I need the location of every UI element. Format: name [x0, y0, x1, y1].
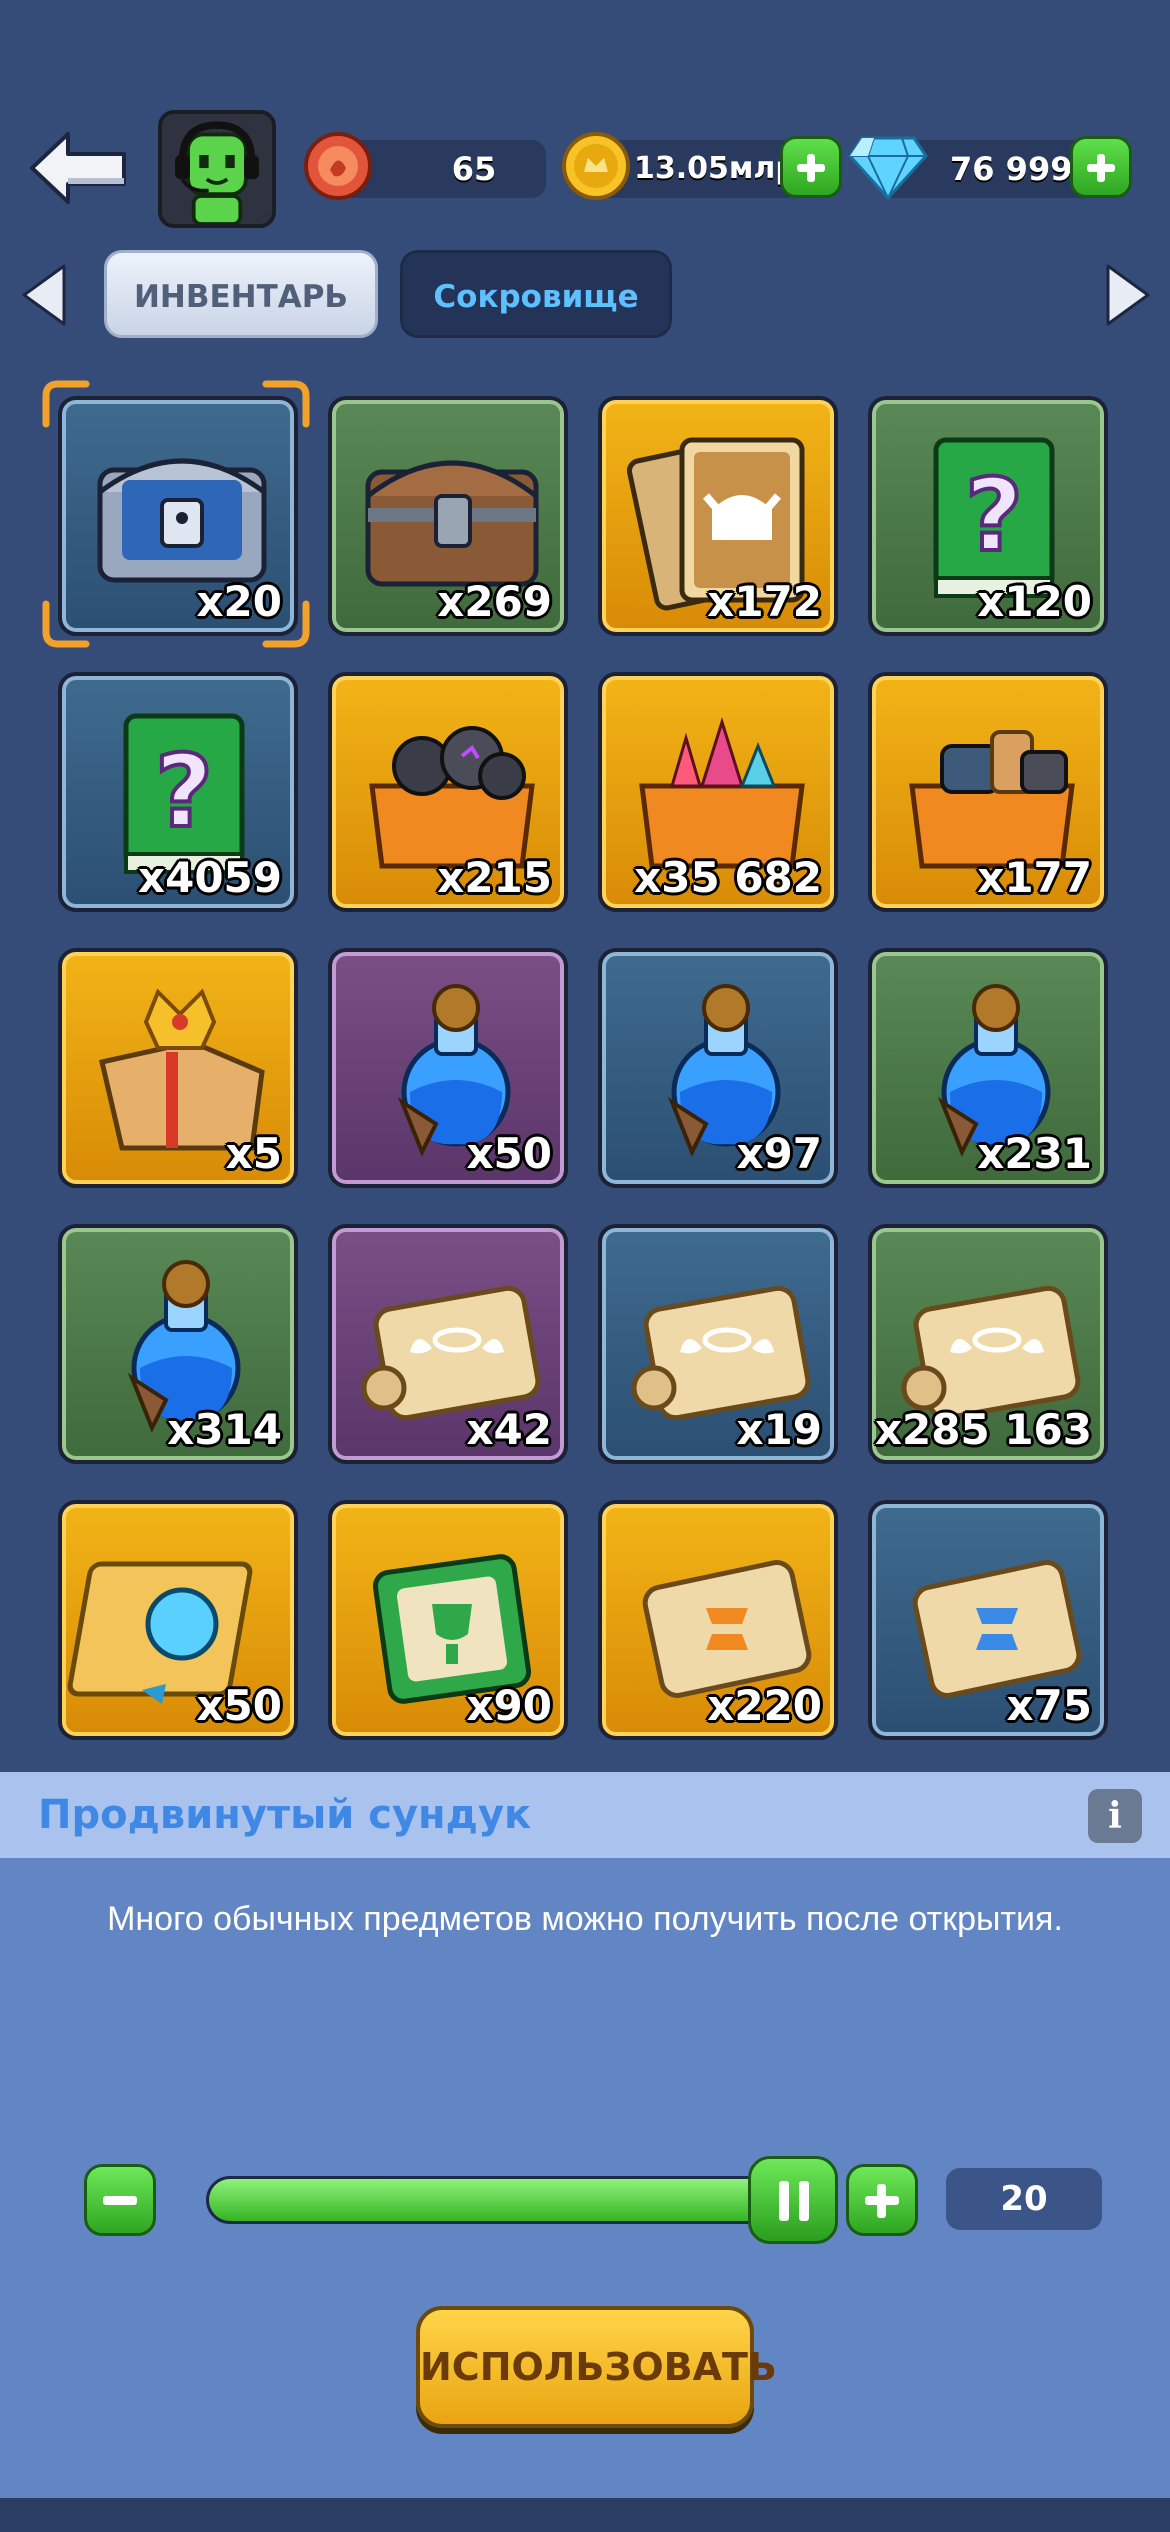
quantity-slider-handle[interactable] — [748, 2156, 838, 2244]
inventory-item[interactable]: x215 — [328, 672, 568, 912]
item-count: x231 — [977, 1129, 1092, 1178]
tab-treasure[interactable]: Сокровище — [400, 250, 672, 338]
item-count: x269 — [437, 577, 552, 626]
item-count: x215 — [437, 853, 552, 902]
add-diamond-button[interactable] — [1070, 136, 1132, 198]
info-button[interactable]: i — [1088, 1789, 1142, 1843]
tab-next-arrow-icon[interactable] — [1104, 262, 1154, 328]
inventory-item[interactable]: x35 682 — [598, 672, 838, 912]
svg-text:?: ? — [965, 457, 1023, 574]
inventory-item[interactable]: x5 — [58, 948, 298, 1188]
item-count: x50 — [466, 1129, 552, 1178]
svg-text:?: ? — [155, 733, 213, 850]
item-count: x90 — [466, 1681, 552, 1730]
decrease-quantity-button[interactable] — [84, 2164, 156, 2236]
energy-value: 65 — [451, 150, 497, 188]
item-count: x172 — [707, 577, 822, 626]
add-gold-button[interactable] — [780, 136, 842, 198]
item-count: x4059 — [138, 853, 282, 902]
inventory-item[interactable]: ? x4059 — [58, 672, 298, 912]
quantity-slider-fill — [209, 2179, 815, 2221]
inventory-item[interactable]: x314 — [58, 1224, 298, 1464]
diamond-icon — [848, 136, 928, 201]
item-count: x220 — [707, 1681, 822, 1730]
inventory-item[interactable]: x231 — [868, 948, 1108, 1188]
inventory-item[interactable]: x50 — [58, 1500, 298, 1740]
tab-prev-arrow-icon[interactable] — [18, 262, 68, 328]
use-button[interactable]: ИСПОЛЬЗОВАТЬ — [416, 2306, 777, 2428]
item-description: Много обычных предметов можно получить п… — [107, 1900, 1063, 1938]
inventory-item[interactable]: x90 — [328, 1500, 568, 1740]
inventory-item[interactable]: x285 163 — [868, 1224, 1108, 1464]
energy-token-icon — [304, 132, 372, 200]
inventory-item[interactable]: x269 — [328, 396, 568, 636]
inventory-item[interactable]: x50 — [328, 948, 568, 1188]
selection-frame — [42, 380, 310, 648]
item-title: Продвинутый сундук — [38, 1792, 532, 1838]
headset-avatar-icon — [162, 114, 272, 224]
inventory-item[interactable]: x172 — [598, 396, 838, 636]
inventory-item[interactable]: x75 — [868, 1500, 1108, 1740]
inventory-item[interactable]: x177 — [868, 672, 1108, 912]
avatar[interactable] — [158, 110, 276, 228]
item-count: x19 — [736, 1405, 822, 1454]
bottom-strip — [0, 2498, 1170, 2532]
item-count: x314 — [167, 1405, 282, 1454]
tab-inventory[interactable]: ИНВЕНТАРЬ — [104, 250, 378, 338]
item-count: x97 — [736, 1129, 822, 1178]
inventory-item[interactable]: x42 — [328, 1224, 568, 1464]
item-count: x50 — [196, 1681, 282, 1730]
item-count: x35 682 — [634, 853, 822, 902]
item-count: x75 — [1006, 1681, 1092, 1730]
inventory-item[interactable]: x19 — [598, 1224, 838, 1464]
quantity-slider[interactable] — [206, 2176, 818, 2224]
item-detail-header: Продвинутый сундук i — [0, 1772, 1170, 1858]
item-count: x177 — [977, 853, 1092, 902]
inventory-item[interactable]: x97 — [598, 948, 838, 1188]
diamond-value: 76 999 — [950, 150, 1073, 188]
quantity-value: 20 — [946, 2168, 1102, 2230]
item-count: x5 — [225, 1129, 282, 1178]
item-count: x42 — [466, 1405, 552, 1454]
gold-coin-icon — [562, 132, 630, 200]
gold-value: 13.05млрд — [634, 151, 822, 186]
back-arrow-icon[interactable] — [28, 128, 128, 208]
increase-quantity-button[interactable] — [846, 2164, 918, 2236]
inventory-item[interactable]: x220 — [598, 1500, 838, 1740]
inventory-item[interactable]: ? x120 — [868, 396, 1108, 636]
item-count: x120 — [977, 577, 1092, 626]
item-count: x285 163 — [874, 1405, 1092, 1454]
